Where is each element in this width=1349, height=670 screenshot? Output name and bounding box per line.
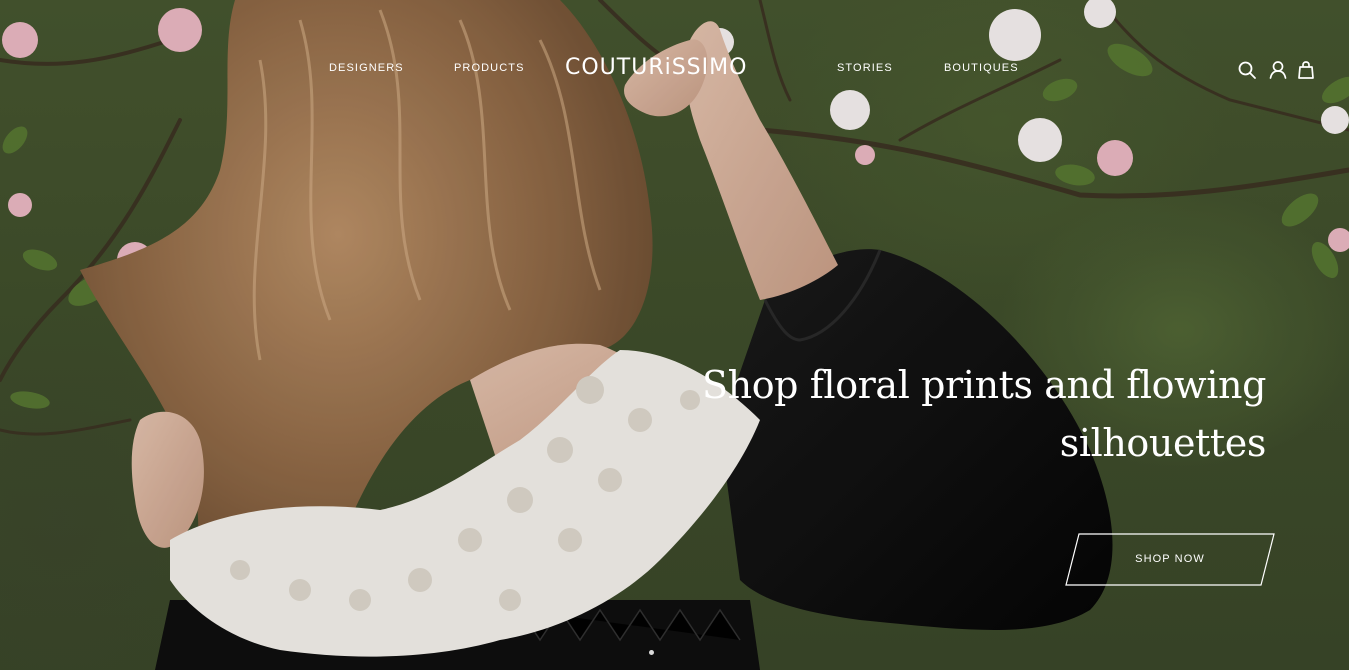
nav-products[interactable]: PRODUCTS [454,62,525,74]
headline-line-1: Shop floral prints and flowing [701,363,1266,407]
headline-line-2: silhouettes [1059,421,1267,465]
hero-banner: DESIGNERS PRODUCTS COUTURiSSIMO STORIES … [0,0,1349,670]
nav-designers[interactable]: DESIGNERS [329,62,404,74]
shop-now-label: SHOP NOW [1135,553,1205,565]
shopping-bag-icon[interactable] [1296,60,1316,80]
account-icon[interactable] [1268,60,1288,80]
logo[interactable]: COUTURiSSIMO [565,55,747,80]
nav-stories[interactable]: STORIES [837,62,893,74]
shop-now-button[interactable]: SHOP NOW [1065,533,1275,586]
carousel-dot[interactable] [649,650,654,655]
nav-boutiques[interactable]: BOUTIQUES [944,62,1019,74]
hero-headline: Shop floral prints and flowing silhouett… [666,356,1266,472]
carousel-indicator [646,650,706,658]
main-nav: DESIGNERS PRODUCTS COUTURiSSIMO STORIES … [0,0,1349,140]
search-icon[interactable] [1237,60,1257,80]
